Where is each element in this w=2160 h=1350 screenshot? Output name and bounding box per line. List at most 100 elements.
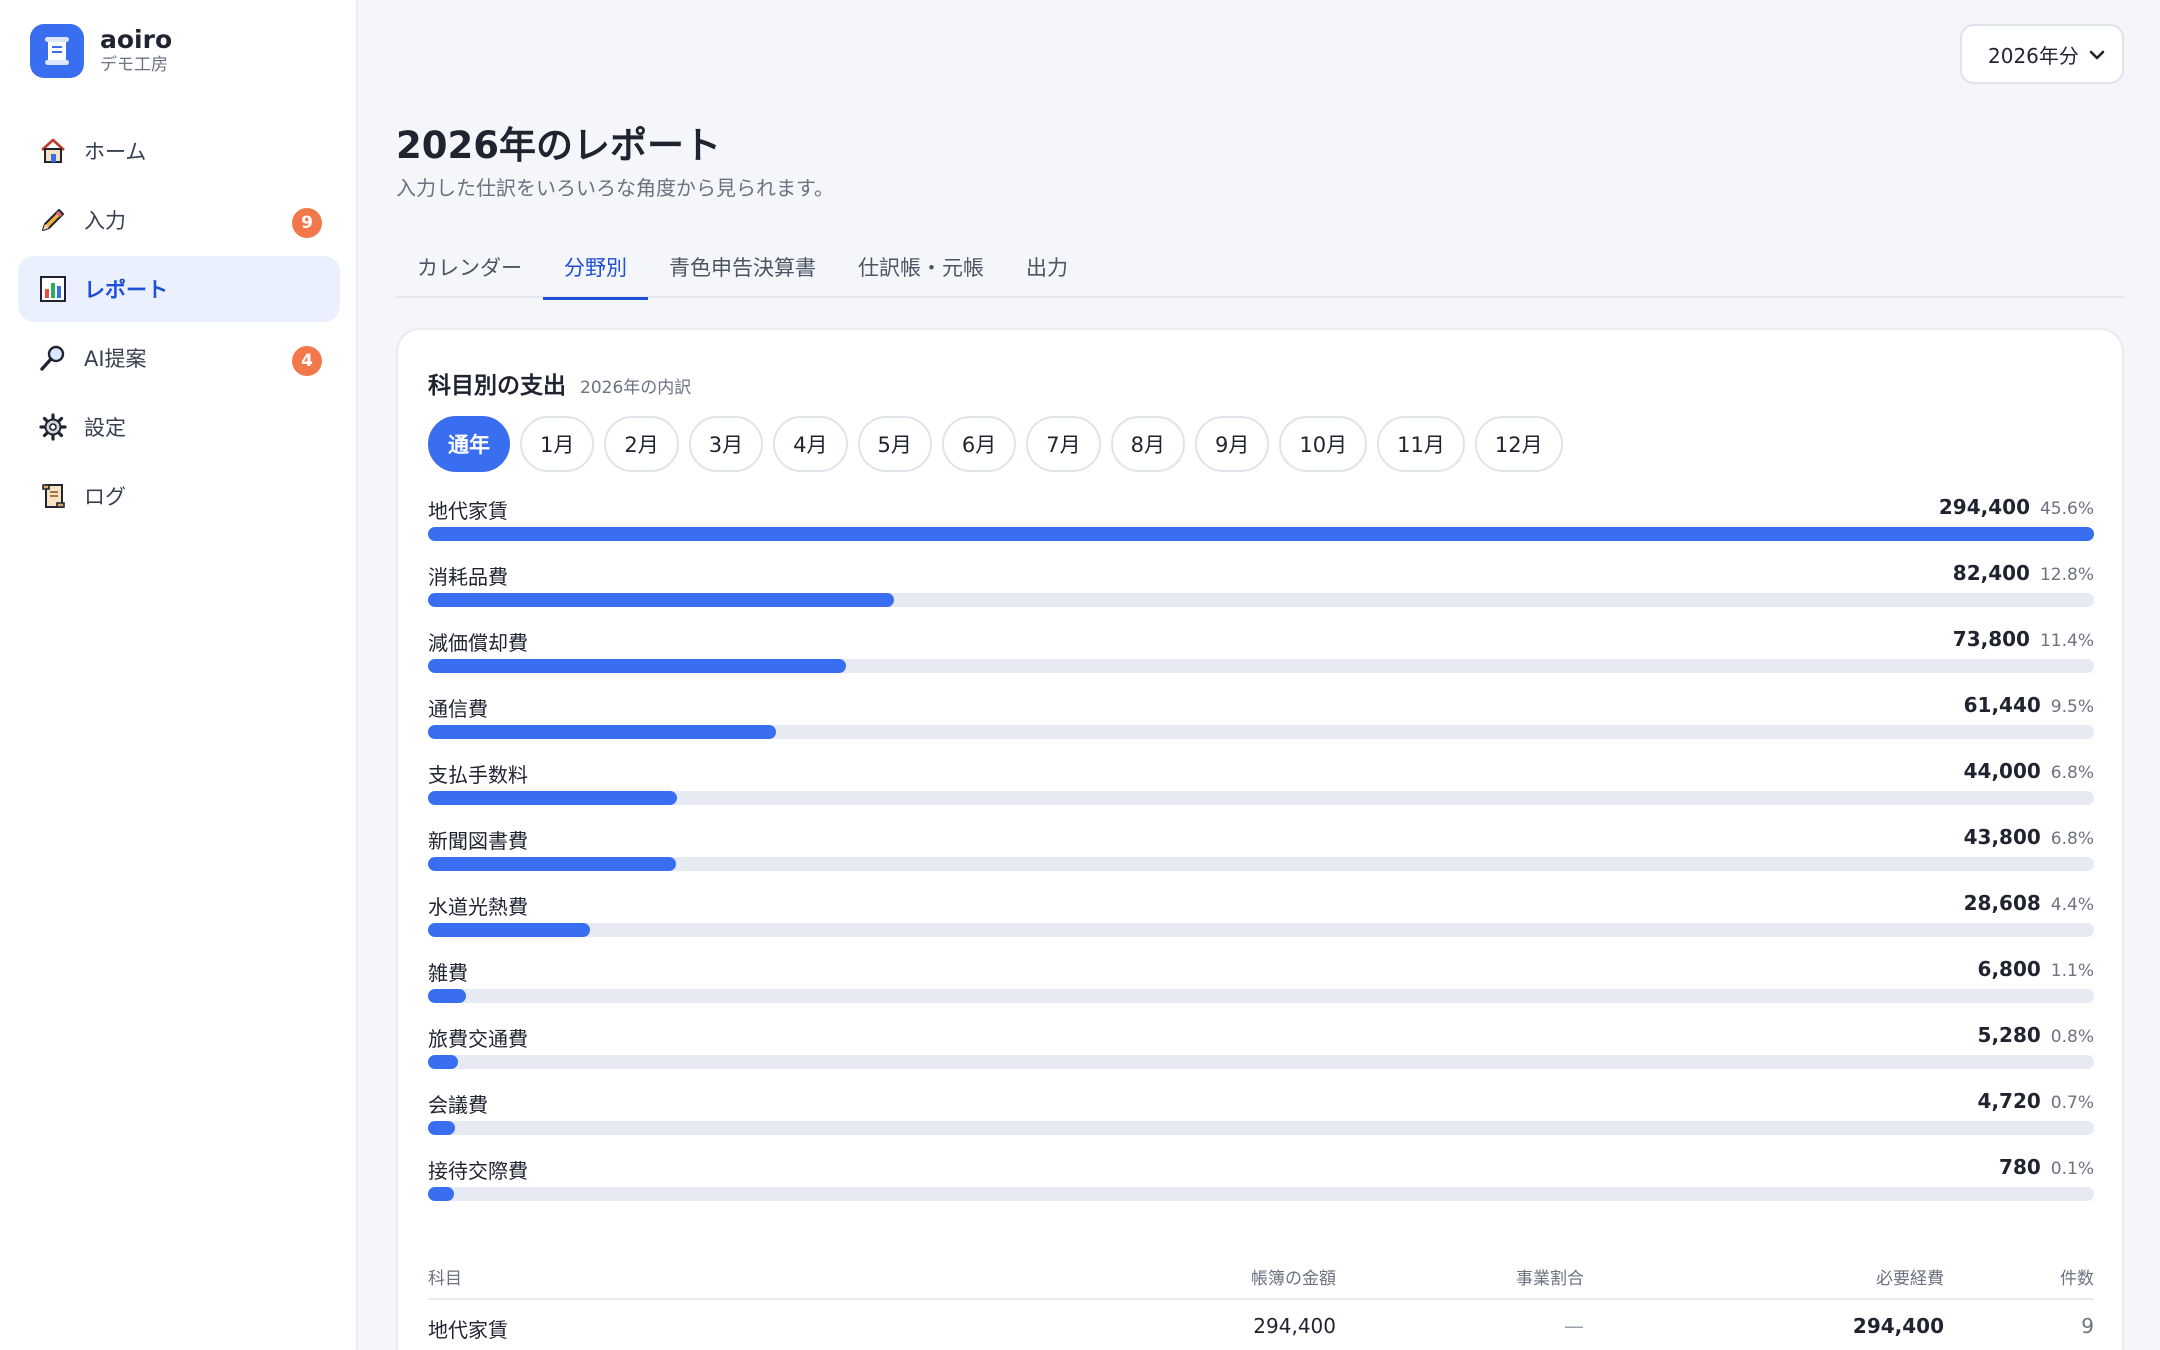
month-chip-6[interactable]: 6月 bbox=[941, 416, 1017, 472]
bar-percent: 9.5% bbox=[2050, 697, 2094, 717]
sidebar-item-label: 入力 bbox=[84, 209, 126, 233]
expense-table: 科目 帳簿の金額 事業割合 必要経費 件数 地代家賃 294,400 — 294… bbox=[428, 1250, 2094, 1350]
page-title: 2026年のレポート bbox=[396, 124, 721, 167]
year-select-value: 2026年分 bbox=[1988, 43, 2079, 68]
sidebar-item-report[interactable]: レポート bbox=[18, 256, 340, 322]
month-chip-9[interactable]: 9月 bbox=[1195, 416, 1270, 472]
bar-percent: 4.4% bbox=[2050, 895, 2094, 915]
tab-export[interactable]: 出力 bbox=[1005, 240, 1089, 298]
brand-logo-icon bbox=[30, 24, 84, 78]
tab-calendar[interactable]: カレンダー bbox=[396, 240, 543, 298]
bar-track bbox=[428, 791, 2094, 805]
bar-chart-icon bbox=[36, 272, 70, 306]
sidebar-item-ai[interactable]: AI提案 4 bbox=[18, 325, 340, 391]
bar-row: 水道光熱費 28,608 4.4% bbox=[428, 891, 2094, 957]
expense-bar-chart: 地代家賃 294,400 45.6% 消耗品費 82,400 12.8% 減価償却費 73,8… bbox=[428, 495, 2094, 1221]
col-header-expense: 必要経費 bbox=[1876, 1269, 1944, 1289]
bar-percent: 1.1% bbox=[2050, 961, 2094, 981]
bar-amount: 4,720 bbox=[1977, 1089, 2041, 1113]
month-chip-12[interactable]: 12月 bbox=[1474, 416, 1563, 472]
bar-row: 会議費 4,720 0.7% bbox=[428, 1089, 2094, 1155]
month-chip-10[interactable]: 10月 bbox=[1279, 416, 1368, 472]
bar-fill bbox=[428, 857, 676, 871]
bar-percent: 11.4% bbox=[2039, 631, 2094, 651]
bar-amount: 294,400 bbox=[1938, 495, 2030, 519]
expense-card: 科目別の支出 2026年の内訳 通年 1月 2月 3月 4月 5月 6月 7月 … bbox=[396, 328, 2124, 1350]
bar-fill bbox=[428, 923, 590, 937]
bar-label: 地代家賃 bbox=[428, 499, 508, 523]
bar-percent: 45.6% bbox=[2039, 499, 2094, 519]
cell-book-amount: 294,400 bbox=[1253, 1314, 1336, 1338]
sidebar-nav: ホーム 入力 9 レポート AI提案 4 設定 ログ bbox=[18, 118, 340, 532]
month-chip-3[interactable]: 3月 bbox=[688, 416, 764, 472]
pencil-icon bbox=[36, 203, 70, 237]
bar-fill bbox=[428, 659, 846, 673]
bar-percent: 0.1% bbox=[2050, 1159, 2094, 1179]
bar-label: 接待交際費 bbox=[428, 1159, 528, 1183]
bar-amount: 6,800 bbox=[1977, 957, 2041, 981]
table-row[interactable]: 地代家賃 294,400 — 294,400 9 bbox=[428, 1300, 2094, 1350]
cell-expense: 294,400 bbox=[1852, 1314, 1944, 1338]
col-header-book-amount: 帳簿の金額 bbox=[1251, 1269, 1336, 1289]
year-select[interactable]: 2026年分 bbox=[1960, 24, 2124, 84]
bar-label: 新聞図書費 bbox=[428, 829, 528, 853]
bar-percent: 6.8% bbox=[2050, 829, 2094, 849]
bar-percent: 0.8% bbox=[2050, 1027, 2094, 1047]
count-badge: 4 bbox=[292, 346, 322, 376]
house-icon bbox=[36, 134, 70, 168]
bar-track bbox=[428, 593, 2094, 607]
bar-track bbox=[428, 659, 2094, 673]
bar-percent: 0.7% bbox=[2050, 1093, 2094, 1113]
sidebar-item-label: レポート bbox=[84, 278, 168, 302]
month-chip-4[interactable]: 4月 bbox=[773, 416, 848, 472]
sidebar-item-label: ホーム bbox=[84, 140, 147, 164]
bar-track bbox=[428, 857, 2094, 871]
bar-row: 通信費 61,440 9.5% bbox=[428, 693, 2094, 759]
sidebar-item-label: ログ bbox=[84, 485, 126, 509]
sidebar-item-log[interactable]: ログ bbox=[18, 463, 340, 529]
bar-fill bbox=[428, 1055, 458, 1069]
bar-label: 減価償却費 bbox=[428, 631, 528, 655]
tab-journal-ledger[interactable]: 仕訳帳・元帳 bbox=[837, 240, 1005, 298]
month-chip-1[interactable]: 1月 bbox=[520, 416, 595, 472]
bar-fill bbox=[428, 527, 2094, 541]
month-chip-all[interactable]: 通年 bbox=[428, 416, 510, 472]
cell-account: 地代家賃 bbox=[428, 1318, 508, 1342]
month-chip-7[interactable]: 7月 bbox=[1026, 416, 1101, 472]
bar-row: 接待交際費 780 0.1% bbox=[428, 1155, 2094, 1221]
month-chip-8[interactable]: 8月 bbox=[1110, 416, 1185, 472]
tab-category[interactable]: 分野別 bbox=[543, 240, 648, 300]
bar-label: 会議費 bbox=[428, 1093, 488, 1117]
month-chip-2[interactable]: 2月 bbox=[604, 416, 679, 472]
bar-fill bbox=[428, 725, 776, 739]
month-chip-5[interactable]: 5月 bbox=[857, 416, 932, 472]
brand-sub: デモ工房 bbox=[100, 55, 168, 75]
bar-amount: 28,608 bbox=[1963, 891, 2041, 915]
cell-business-ratio: — bbox=[1564, 1314, 1584, 1338]
magnifier-icon bbox=[36, 341, 70, 375]
bar-percent: 6.8% bbox=[2050, 763, 2094, 783]
month-chip-11[interactable]: 11月 bbox=[1377, 416, 1465, 472]
tab-blue-return[interactable]: 青色申告決算書 bbox=[648, 240, 837, 298]
gear-icon bbox=[36, 410, 70, 444]
bar-track bbox=[428, 1121, 2094, 1135]
count-badge: 9 bbox=[292, 208, 322, 238]
sidebar-item-input[interactable]: 入力 9 bbox=[18, 187, 340, 253]
bar-amount: 44,000 bbox=[1963, 759, 2041, 783]
bar-fill bbox=[428, 1187, 454, 1201]
bar-row: 支払手数料 44,000 6.8% bbox=[428, 759, 2094, 825]
bar-track bbox=[428, 923, 2094, 937]
bar-track bbox=[428, 1187, 2094, 1201]
cell-count: 9 bbox=[2081, 1314, 2094, 1338]
bar-row: 消耗品費 82,400 12.8% bbox=[428, 561, 2094, 627]
bar-row: 旅費交通費 5,280 0.8% bbox=[428, 1023, 2094, 1089]
month-filter: 通年 1月 2月 3月 4月 5月 6月 7月 8月 9月 10月 11月 12… bbox=[428, 416, 1573, 472]
table-header: 科目 帳簿の金額 事業割合 必要経費 件数 bbox=[428, 1250, 2094, 1300]
bar-percent: 12.8% bbox=[2039, 565, 2094, 585]
bar-fill bbox=[428, 1121, 455, 1135]
sidebar-item-settings[interactable]: 設定 bbox=[18, 394, 340, 460]
sidebar-item-home[interactable]: ホーム bbox=[18, 118, 340, 184]
brand[interactable]: aoiro デモ工房 bbox=[30, 24, 172, 78]
bar-amount: 5,280 bbox=[1977, 1023, 2041, 1047]
bar-label: 消耗品費 bbox=[428, 565, 508, 589]
